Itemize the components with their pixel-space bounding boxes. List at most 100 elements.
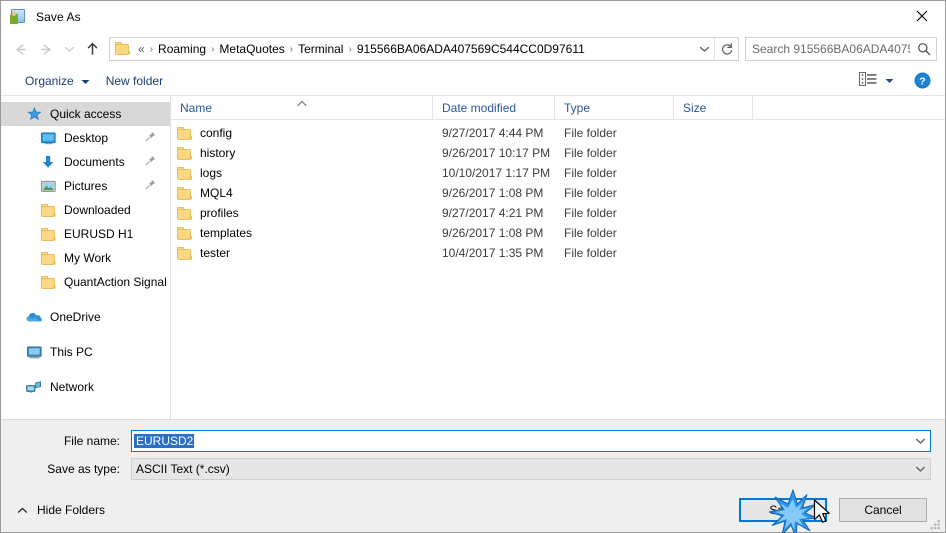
table-row[interactable]: templates 9/26/2017 1:08 PM File folder bbox=[171, 223, 945, 243]
file-name-cell: MQL4 bbox=[171, 186, 433, 200]
table-row[interactable]: profiles 9/27/2017 4:21 PM File folder bbox=[171, 203, 945, 223]
file-name-input[interactable]: EURUSD2 bbox=[131, 430, 931, 452]
sidebar-item-onedrive[interactable]: OneDrive bbox=[1, 305, 170, 329]
refresh-icon[interactable] bbox=[714, 38, 738, 60]
column-header-label: Date modified bbox=[442, 100, 517, 115]
sidebar-item-label: Network bbox=[50, 380, 95, 394]
cancel-button[interactable]: Cancel bbox=[839, 498, 927, 522]
sidebar-item-quick-access[interactable]: Quick access bbox=[1, 102, 170, 126]
folder-icon bbox=[115, 41, 132, 57]
table-row[interactable]: logs 10/10/2017 1:17 PM File folder bbox=[171, 163, 945, 183]
file-type-cell: File folder bbox=[564, 206, 617, 220]
close-icon[interactable] bbox=[899, 1, 945, 31]
save-as-dialog: Save As « › Roaming › MetaQuotes › Termi… bbox=[0, 0, 946, 533]
sidebar-item-label: Desktop bbox=[64, 131, 109, 145]
folder-icon bbox=[39, 274, 57, 290]
sidebar-item-documents[interactable]: Documents bbox=[1, 150, 170, 174]
recent-locations-chevron-icon[interactable] bbox=[59, 36, 79, 62]
caret-down-icon bbox=[81, 74, 90, 88]
caret-down-icon bbox=[885, 78, 894, 84]
back-arrow-icon[interactable] bbox=[7, 36, 33, 62]
search-box[interactable] bbox=[745, 37, 937, 61]
save-as-type-label: Save as type: bbox=[47, 462, 120, 476]
file-name-cell: profiles bbox=[171, 206, 433, 220]
resize-grip-icon[interactable] bbox=[929, 517, 942, 530]
sidebar-item-desktop[interactable]: Desktop bbox=[1, 126, 170, 150]
folder-icon bbox=[177, 126, 192, 140]
save-as-icon bbox=[10, 8, 27, 25]
search-icon[interactable] bbox=[912, 38, 936, 60]
save-as-type-value: ASCII Text (*.csv) bbox=[136, 462, 230, 476]
pin-icon[interactable] bbox=[145, 155, 156, 169]
folder-icon bbox=[177, 166, 192, 180]
save-button-label: Save bbox=[769, 503, 797, 517]
breadcrumb-item-3[interactable]: Terminal bbox=[294, 42, 347, 56]
new-folder-button[interactable]: New folder bbox=[98, 69, 171, 93]
sidebar-item-label: This PC bbox=[50, 345, 93, 359]
this-pc-icon bbox=[25, 344, 43, 360]
sidebar-item-my-work[interactable]: My Work bbox=[1, 246, 170, 270]
address-bar[interactable]: « › Roaming › MetaQuotes › Terminal › 91… bbox=[109, 37, 739, 61]
breadcrumb-item-4[interactable]: 915566BA06ADA407569C544CC0D97611 bbox=[353, 42, 589, 56]
table-row[interactable]: tester 10/4/2017 1:35 PM File folder bbox=[171, 243, 945, 263]
forward-arrow-icon[interactable] bbox=[33, 36, 59, 62]
pin-icon[interactable] bbox=[145, 179, 156, 193]
view-options-button[interactable] bbox=[854, 69, 899, 93]
dialog-footer: Hide Folders Save Cancel bbox=[1, 488, 945, 532]
sidebar-item-label: Downloaded bbox=[64, 203, 131, 217]
table-row[interactable]: config 9/27/2017 4:44 PM File folder bbox=[171, 123, 945, 143]
sidebar-item-label: QuantAction Signal bbox=[64, 275, 167, 289]
chevron-down-icon[interactable] bbox=[694, 38, 714, 60]
file-name-label: config bbox=[200, 126, 233, 140]
file-name-label: history bbox=[200, 146, 236, 160]
column-header-filler bbox=[753, 96, 945, 119]
file-name-cell: logs bbox=[171, 166, 433, 180]
search-input[interactable] bbox=[746, 39, 912, 59]
hide-folders-button[interactable]: Hide Folders bbox=[11, 499, 111, 521]
organize-button[interactable]: Organize bbox=[17, 69, 98, 93]
breadcrumb-item-0[interactable]: « bbox=[136, 42, 149, 56]
onedrive-cloud-icon bbox=[25, 309, 43, 325]
breadcrumb-item-1[interactable]: Roaming bbox=[154, 42, 210, 56]
file-type-cell: File folder bbox=[564, 246, 617, 260]
sidebar-item-this-pc[interactable]: This PC bbox=[1, 340, 170, 364]
hide-folders-label: Hide Folders bbox=[37, 503, 106, 517]
column-header-type[interactable]: Type bbox=[555, 96, 674, 119]
save-fields: File name: EURUSD2 Save as type: ASCII T… bbox=[1, 419, 945, 488]
folder-icon bbox=[39, 226, 57, 242]
sidebar-item-downloaded[interactable]: Downloaded bbox=[1, 198, 170, 222]
sidebar-item-label: My Work bbox=[64, 251, 112, 265]
pin-icon[interactable] bbox=[145, 131, 156, 145]
quick-access-star-icon bbox=[25, 106, 43, 122]
navigation-sidebar: Quick access Desktop Documents Pictures … bbox=[1, 96, 171, 419]
command-toolbar: Organize New folder ? bbox=[1, 66, 945, 96]
sidebar-item-quantaction-signal[interactable]: QuantAction Signal bbox=[1, 270, 170, 294]
column-header-date-modified[interactable]: Date modified bbox=[433, 96, 555, 119]
network-icon bbox=[25, 379, 43, 395]
save-button[interactable]: Save bbox=[739, 498, 827, 522]
column-header-name[interactable]: Name bbox=[171, 96, 433, 119]
breadcrumb-item-2[interactable]: MetaQuotes bbox=[215, 42, 288, 56]
column-header-label: Name bbox=[180, 100, 213, 115]
up-arrow-icon[interactable] bbox=[79, 36, 105, 62]
desktop-icon bbox=[39, 130, 57, 146]
sidebar-item-pictures[interactable]: Pictures bbox=[1, 174, 170, 198]
table-row[interactable]: history 9/26/2017 10:17 PM File folder bbox=[171, 143, 945, 163]
file-name-value[interactable]: EURUSD2 bbox=[132, 434, 911, 448]
breadcrumb: « › Roaming › MetaQuotes › Terminal › 91… bbox=[136, 38, 694, 60]
column-header-size[interactable]: Size bbox=[674, 96, 753, 119]
save-as-type-select[interactable]: ASCII Text (*.csv) bbox=[131, 458, 931, 480]
svg-text:?: ? bbox=[919, 76, 925, 88]
file-name-cell: tester bbox=[171, 246, 433, 260]
column-header-label: Size bbox=[683, 100, 707, 115]
table-row[interactable]: MQL4 9/26/2017 1:08 PM File folder bbox=[171, 183, 945, 203]
sidebar-item-eurusd-h1[interactable]: EURUSD H1 bbox=[1, 222, 170, 246]
file-date-cell: 9/27/2017 4:44 PM bbox=[442, 126, 544, 140]
sidebar-item-label: Pictures bbox=[64, 179, 108, 193]
pictures-icon bbox=[39, 178, 57, 194]
help-icon[interactable]: ? bbox=[909, 69, 935, 93]
sidebar-item-network[interactable]: Network bbox=[1, 375, 170, 399]
chevron-down-icon[interactable] bbox=[911, 431, 930, 451]
chevron-down-icon[interactable] bbox=[911, 459, 930, 479]
file-name-cell: history bbox=[171, 146, 433, 160]
